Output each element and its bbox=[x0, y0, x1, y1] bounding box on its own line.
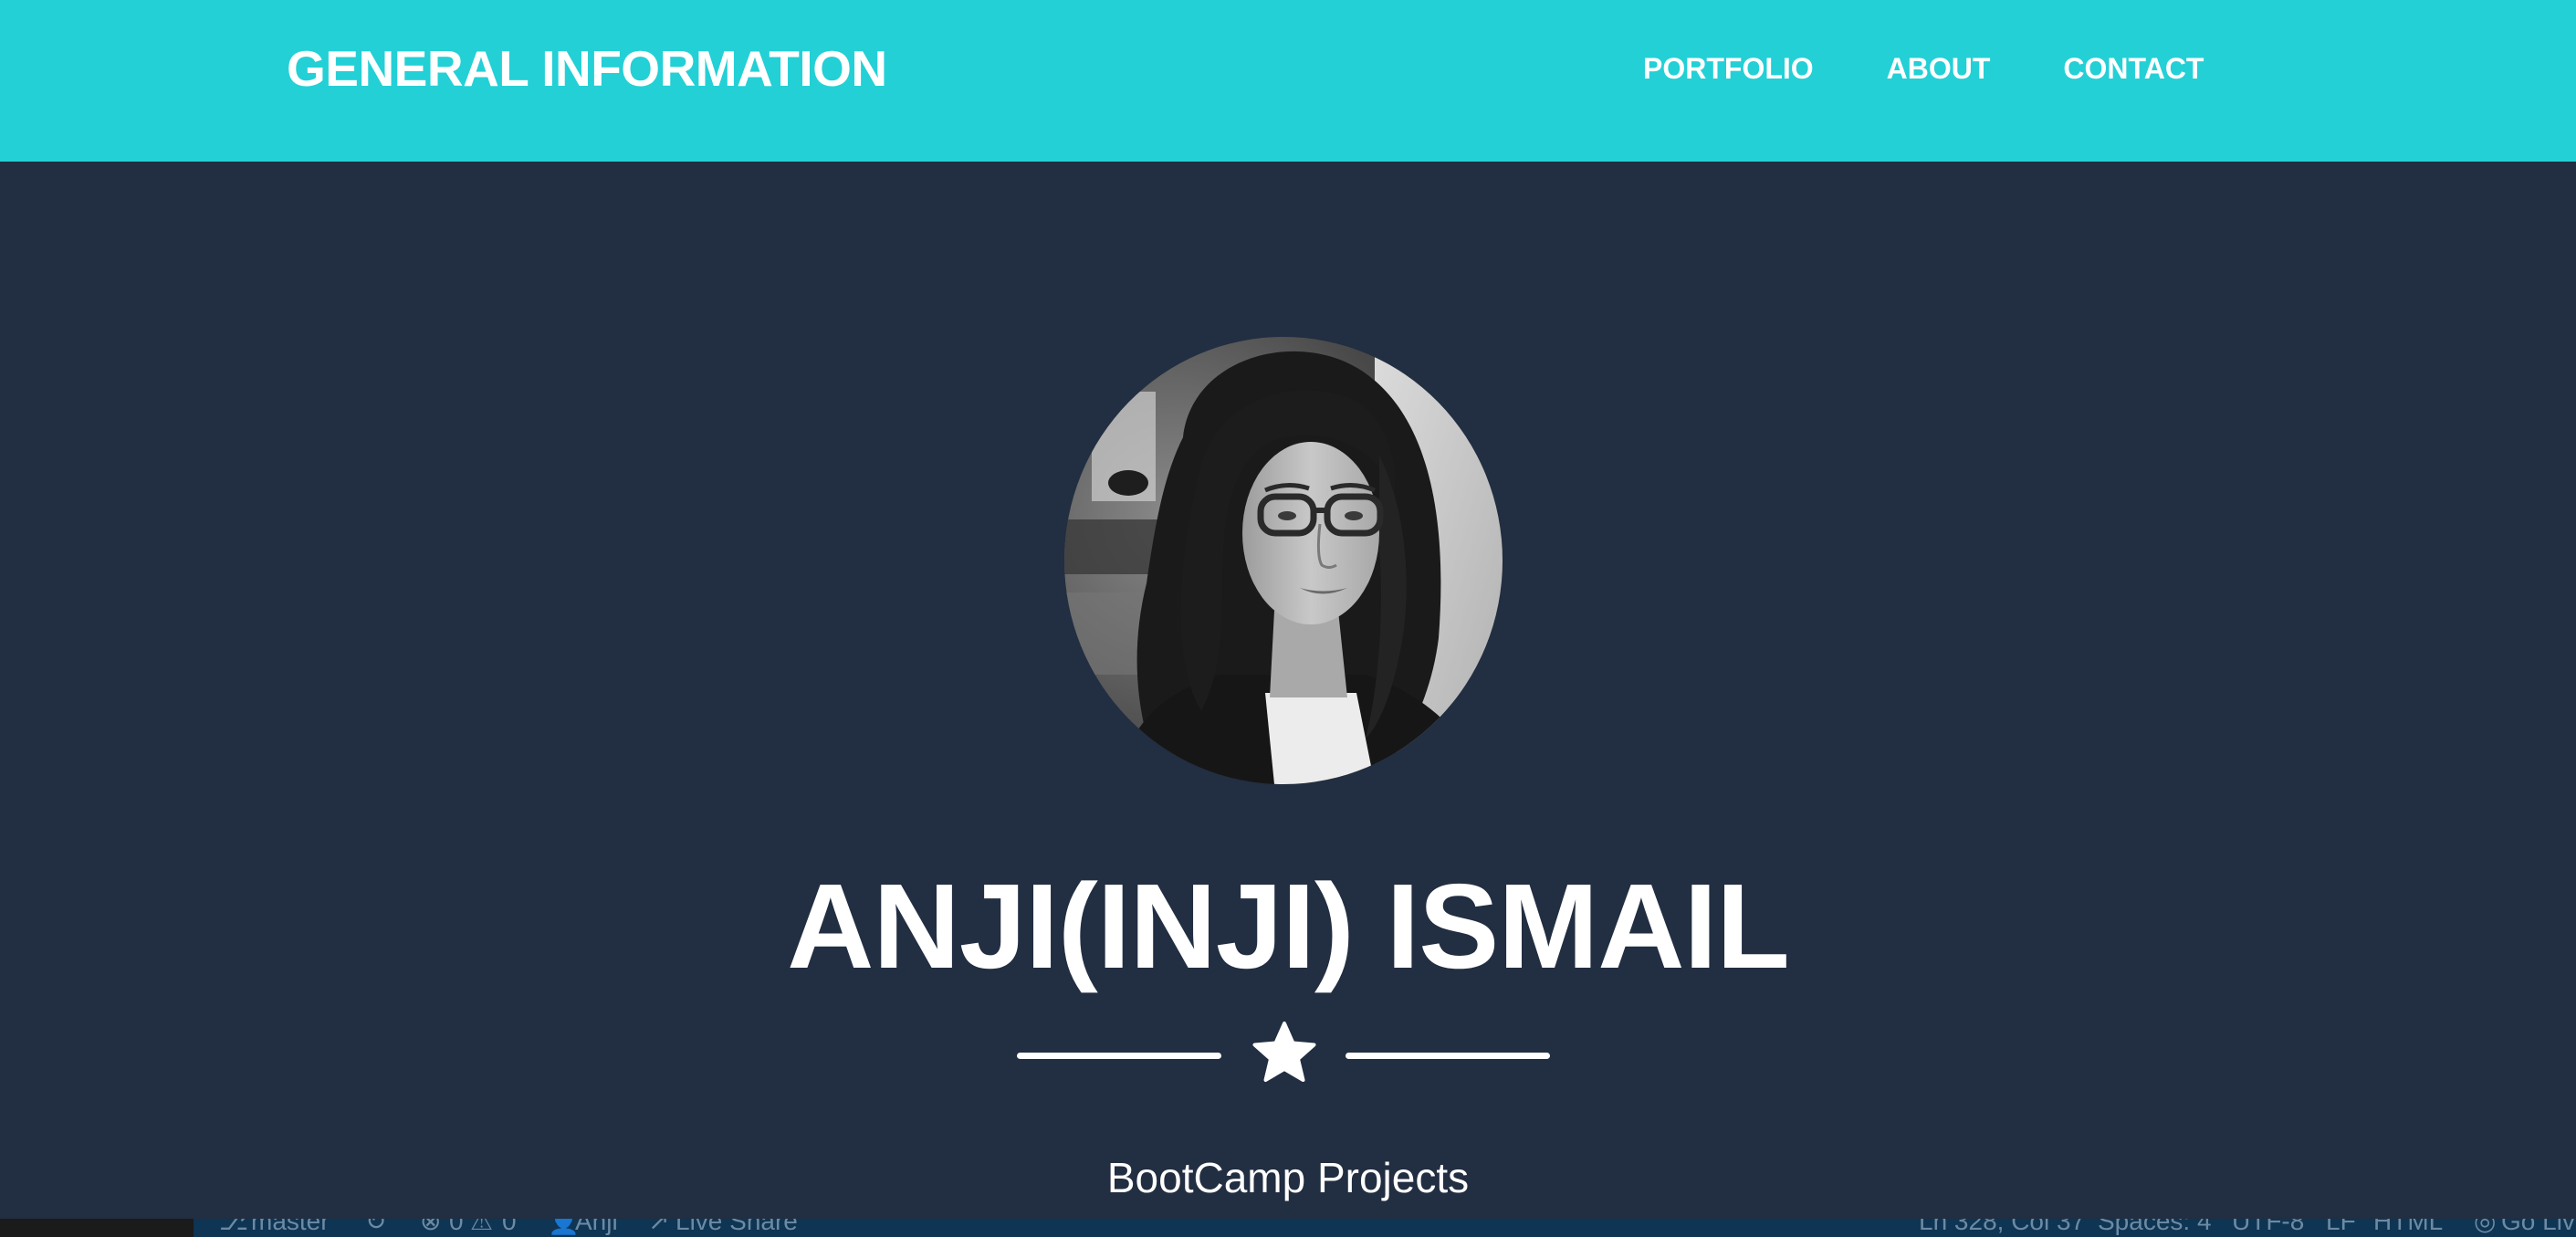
status-errors[interactable]: 0 bbox=[449, 1219, 464, 1237]
divider-line-right bbox=[1346, 1053, 1550, 1059]
warning-icon: ⚠ bbox=[470, 1219, 494, 1235]
star-divider bbox=[0, 1021, 2576, 1090]
nav-links: PORTFOLIO ABOUT CONTACT bbox=[1643, 48, 2204, 89]
status-branch[interactable]: master bbox=[251, 1219, 330, 1237]
navbar: GENERAL INFORMATION PORTFOLIO ABOUT CONT… bbox=[0, 0, 2576, 162]
status-go-live[interactable]: Go Live bbox=[2501, 1219, 2576, 1237]
editor-status-bar: ⎇ master ↻ ⊗ 0 ⚠ 0 👤 Anji ↗ Live Share L… bbox=[0, 1219, 2576, 1237]
profile-avatar bbox=[1064, 337, 1503, 784]
status-encoding[interactable]: UTF-8 bbox=[2232, 1219, 2304, 1237]
go-live-icon: ◎ bbox=[2474, 1219, 2497, 1235]
brand-link[interactable]: GENERAL INFORMATION bbox=[287, 39, 887, 98]
git-branch-icon: ⎇ bbox=[219, 1219, 249, 1235]
status-warnings[interactable]: 0 bbox=[502, 1219, 517, 1237]
status-cursor[interactable]: Ln 328, Col 37 bbox=[1919, 1219, 2085, 1237]
status-language[interactable]: HTML bbox=[2373, 1219, 2443, 1237]
page-title: ANJI(INJI) ISMAIL bbox=[787, 859, 1790, 993]
status-eol[interactable]: LF bbox=[2326, 1219, 2356, 1237]
masthead-subtitle: BootCamp Projects bbox=[1106, 1154, 1470, 1201]
status-bar-remote-block[interactable] bbox=[0, 1219, 194, 1237]
star-icon bbox=[1252, 1022, 1316, 1082]
status-spaces[interactable]: Spaces: 4 bbox=[2098, 1219, 2212, 1237]
divider-line-left bbox=[1017, 1053, 1221, 1059]
nav-link-about[interactable]: ABOUT bbox=[1887, 48, 1991, 89]
sync-icon[interactable]: ↻ bbox=[365, 1219, 386, 1237]
nav-link-portfolio[interactable]: PORTFOLIO bbox=[1643, 48, 1814, 89]
status-user[interactable]: Anji bbox=[575, 1219, 618, 1237]
status-live-share[interactable]: Live Share bbox=[675, 1219, 798, 1237]
nav-link-contact[interactable]: CONTACT bbox=[2063, 48, 2204, 89]
error-icon: ⊗ bbox=[420, 1219, 442, 1235]
live-share-icon: ↗ bbox=[648, 1219, 670, 1235]
page: GENERAL INFORMATION PORTFOLIO ABOUT CONT… bbox=[0, 0, 2576, 1237]
